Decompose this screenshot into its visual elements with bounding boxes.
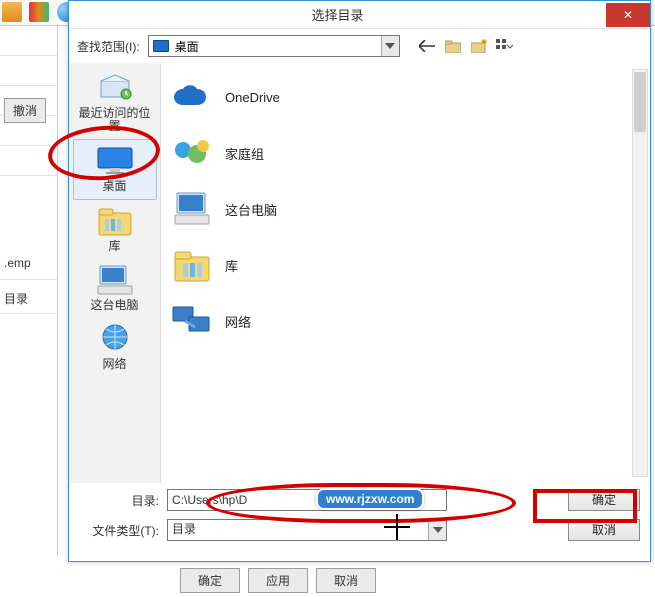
parent-panel-row: [0, 56, 57, 86]
filetype-label: 文件类型(T):: [79, 522, 159, 539]
network-icon: [95, 322, 135, 356]
folder-label: 家庭组: [225, 144, 264, 163]
folder-item-onedrive[interactable]: OneDrive: [171, 73, 640, 121]
chevron-down-icon[interactable]: [428, 520, 446, 540]
recent-icon: [95, 71, 135, 105]
cloud-icon: [171, 76, 213, 118]
places-label: 最近访问的位置: [75, 107, 155, 133]
new-folder-icon[interactable]: [470, 37, 488, 55]
view-menu-icon[interactable]: [496, 37, 514, 55]
lookin-dropdown[interactable]: 桌面: [148, 35, 400, 57]
parent-left-panel: 撤消 .emp 目录: [0, 26, 58, 556]
places-label: 网络: [75, 358, 155, 371]
network-monitor-icon: [171, 300, 213, 342]
scrollbar-thumb[interactable]: [634, 72, 646, 132]
up-folder-icon[interactable]: [444, 37, 462, 55]
folder-icon[interactable]: [2, 2, 22, 22]
parent-cancel-button[interactable]: 取消: [316, 568, 376, 593]
places-item-desktop[interactable]: 桌面: [73, 139, 157, 200]
places-item-network[interactable]: 网络: [73, 318, 157, 377]
folder-label: 这台电脑: [225, 200, 277, 219]
places-label: 库: [75, 240, 155, 253]
lookin-toolbar: [418, 37, 514, 55]
parent-temp-label: .emp: [0, 250, 57, 280]
parent-bottom-buttons: 确定 应用 取消: [180, 568, 376, 593]
folder-item-thispc[interactable]: 这台电脑: [171, 185, 640, 233]
scrollbar[interactable]: [632, 69, 648, 477]
parent-panel-row: 撤消: [0, 86, 57, 116]
library-icon: [95, 204, 135, 238]
folder-item-library[interactable]: 库: [171, 241, 640, 289]
choose-directory-dialog: 选择目录 ✕ 查找范围(I): 桌面: [68, 0, 651, 562]
filetype-dropdown[interactable]: 目录: [167, 519, 447, 541]
file-list: OneDrive 家庭组 这台电脑 库: [161, 63, 650, 483]
parent-panel-row: [0, 26, 57, 56]
dialog-body: 最近访问的位置 桌面 库 这台电脑: [69, 63, 650, 483]
ok-button[interactable]: 确定: [568, 489, 640, 511]
filetype-value: 目录: [172, 522, 196, 536]
watermark-badge: www.rjzxw.com: [316, 488, 424, 510]
lookin-value: 桌面: [175, 38, 199, 55]
parent-panel-row: [0, 146, 57, 176]
places-label: 桌面: [76, 180, 154, 193]
back-icon[interactable]: [418, 37, 436, 55]
lookin-row: 查找范围(I): 桌面: [69, 29, 650, 63]
chevron-down-icon[interactable]: [381, 36, 399, 56]
books-icon[interactable]: [29, 2, 49, 22]
folder-item-network[interactable]: 网络: [171, 297, 640, 345]
folder-label: 网络: [225, 312, 251, 331]
dialog-title: 选择目录: [69, 5, 606, 24]
folder-label: 库: [225, 256, 238, 275]
homegroup-icon: [171, 132, 213, 174]
places-label: 这台电脑: [75, 299, 155, 312]
directory-label: 目录:: [79, 492, 159, 509]
places-item-thispc[interactable]: 这台电脑: [73, 259, 157, 318]
close-button[interactable]: ✕: [606, 3, 650, 27]
cancel-button[interactable]: 取消: [568, 519, 640, 541]
close-icon: ✕: [623, 8, 633, 22]
places-bar: 最近访问的位置 桌面 库 这台电脑: [69, 63, 161, 483]
parent-apply-button[interactable]: 应用: [248, 568, 308, 593]
computer-icon: [95, 263, 135, 297]
places-item-library[interactable]: 库: [73, 200, 157, 259]
folder-label: OneDrive: [225, 90, 280, 105]
desktop-icon: [153, 40, 169, 52]
places-item-recent[interactable]: 最近访问的位置: [73, 67, 157, 139]
computer-icon: [171, 188, 213, 230]
undo-button[interactable]: 撤消: [4, 98, 46, 123]
lookin-label: 查找范围(I):: [77, 38, 140, 55]
desktop-icon: [95, 144, 135, 178]
library-icon: [171, 244, 213, 286]
folder-item-homegroup[interactable]: 家庭组: [171, 129, 640, 177]
titlebar: 选择目录 ✕: [69, 1, 650, 29]
parent-dir-label: 目录: [0, 284, 57, 314]
parent-ok-button[interactable]: 确定: [180, 568, 240, 593]
